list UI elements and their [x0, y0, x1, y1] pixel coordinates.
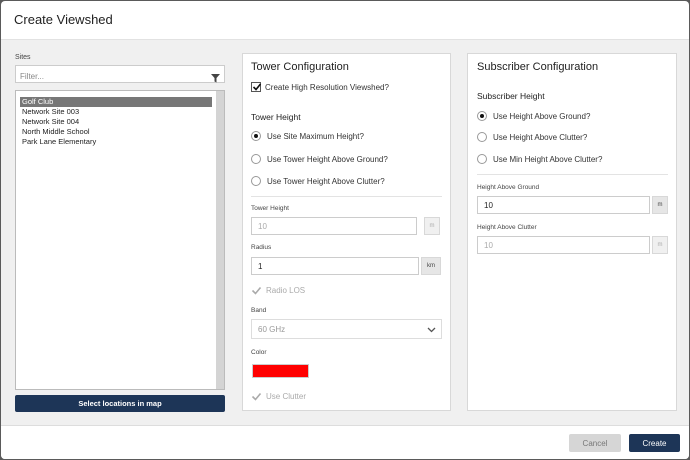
create-button[interactable]: Create — [629, 434, 680, 452]
tower-height-section: Tower Height — [251, 112, 301, 122]
list-item[interactable]: Park Lane Elementary — [20, 137, 212, 147]
list-item[interactable]: North Middle School — [20, 127, 212, 137]
list-item[interactable]: Network Site 004 — [20, 117, 212, 127]
subscriber-option-radio[interactable] — [477, 154, 487, 164]
tower-config-title: Tower Configuration — [251, 61, 349, 73]
hac-label: Height Above Clutter — [477, 224, 537, 231]
tower-option-radio[interactable] — [251, 176, 261, 186]
tower-option-radio[interactable] — [251, 154, 261, 164]
radio-los-option[interactable]: Radio LOS — [251, 285, 305, 296]
sites-list[interactable]: Golf Club Network Site 003 Network Site 00… — [15, 90, 225, 390]
sites-list-items: Golf Club Network Site 003 Network Site 00… — [20, 97, 212, 147]
chevron-down-icon — [427, 327, 436, 333]
dialog-title: Create Viewshed — [14, 12, 113, 27]
tower-option-site-max[interactable]: Use Site Maximum Height? — [251, 131, 364, 141]
tower-option-label: Use Tower Height Above Clutter? — [267, 176, 385, 186]
band-select[interactable]: 60 GHz — [251, 319, 442, 339]
dialog-footer: Cancel Create — [1, 425, 689, 459]
subscriber-option-above-ground[interactable]: Use Height Above Ground? — [477, 111, 590, 121]
divider — [251, 196, 442, 197]
check-icon — [251, 286, 262, 295]
sites-list-scrollbar[interactable] — [216, 91, 224, 389]
sites-filter-input[interactable] — [16, 68, 196, 85]
sites-label: Sites — [15, 54, 31, 61]
select-locations-button[interactable]: Select locations in map — [15, 395, 225, 412]
list-item[interactable]: Golf Club — [20, 97, 212, 107]
radius-label: Radius — [251, 244, 272, 251]
subscriber-height-section: Subscriber Height — [477, 91, 545, 101]
radio-los-label: Radio LOS — [266, 286, 306, 295]
check-icon — [251, 392, 262, 401]
subscriber-option-label: Use Min Height Above Clutter? — [493, 154, 603, 164]
divider — [477, 174, 668, 175]
hag-input[interactable]: 10 — [477, 196, 650, 214]
tower-option-above-ground[interactable]: Use Tower Height Above Ground? — [251, 154, 388, 164]
tower-option-label: Use Site Maximum Height? — [267, 131, 364, 141]
create-viewshed-dialog: Create Viewshed Sites Golf ClubNetwork S… — [1, 1, 689, 459]
list-item[interactable]: Network Site 003 — [20, 107, 212, 117]
tower-option-radio[interactable] — [251, 131, 261, 141]
high-res-option[interactable]: Create High Resolution Viewshed? — [251, 82, 389, 92]
high-res-label: Create High Resolution Viewshed? — [265, 82, 389, 92]
tower-height-input[interactable]: 10 — [251, 217, 417, 235]
subscriber-option-radio[interactable] — [477, 132, 487, 142]
subscriber-config-title: Subscriber Configuration — [477, 61, 599, 73]
subscriber-option-min-above-clutter[interactable]: Use Min Height Above Clutter? — [477, 154, 602, 164]
tower-height-unit: m — [424, 217, 440, 235]
hac-input[interactable]: 10 — [477, 236, 650, 254]
subscriber-option-label: Use Height Above Clutter? — [493, 132, 588, 142]
subscriber-option-radio[interactable] — [477, 111, 487, 121]
tower-config-panel: Tower Configuration Create High Resoluti… — [242, 53, 451, 411]
subscriber-option-label: Use Height Above Ground? — [493, 111, 591, 121]
cancel-button[interactable]: Cancel — [569, 434, 621, 452]
subscriber-config-panel: Subscriber Configuration Subscriber Heig… — [467, 53, 677, 411]
band-select-value: 60 GHz — [258, 324, 286, 334]
hag-unit: m — [652, 196, 668, 214]
subscriber-option-above-clutter[interactable]: Use Height Above Clutter? — [477, 132, 587, 142]
hag-label: Height Above Ground — [477, 184, 540, 191]
tower-height-label: Tower Height — [251, 205, 289, 212]
dialog-body: Sites Golf ClubNetwork Site 003Network S… — [1, 40, 689, 425]
tower-option-above-clutter[interactable]: Use Tower Height Above Clutter? — [251, 176, 385, 186]
color-label: Color — [251, 349, 267, 356]
filter-icon[interactable] — [211, 70, 220, 88]
dialog-header: Create Viewshed — [1, 1, 689, 40]
tower-option-label: Use Tower Height Above Ground? — [267, 154, 388, 164]
radius-input[interactable]: 1 — [251, 257, 419, 275]
high-res-checkbox[interactable] — [251, 82, 262, 92]
hac-unit: m — [652, 236, 668, 254]
use-clutter-option[interactable]: Use Clutter — [251, 391, 306, 402]
band-label: Band — [251, 307, 267, 314]
radius-unit: km — [421, 257, 441, 275]
color-swatch[interactable] — [252, 364, 309, 378]
sites-filter — [15, 65, 225, 85]
use-clutter-label: Use Clutter — [266, 392, 307, 401]
